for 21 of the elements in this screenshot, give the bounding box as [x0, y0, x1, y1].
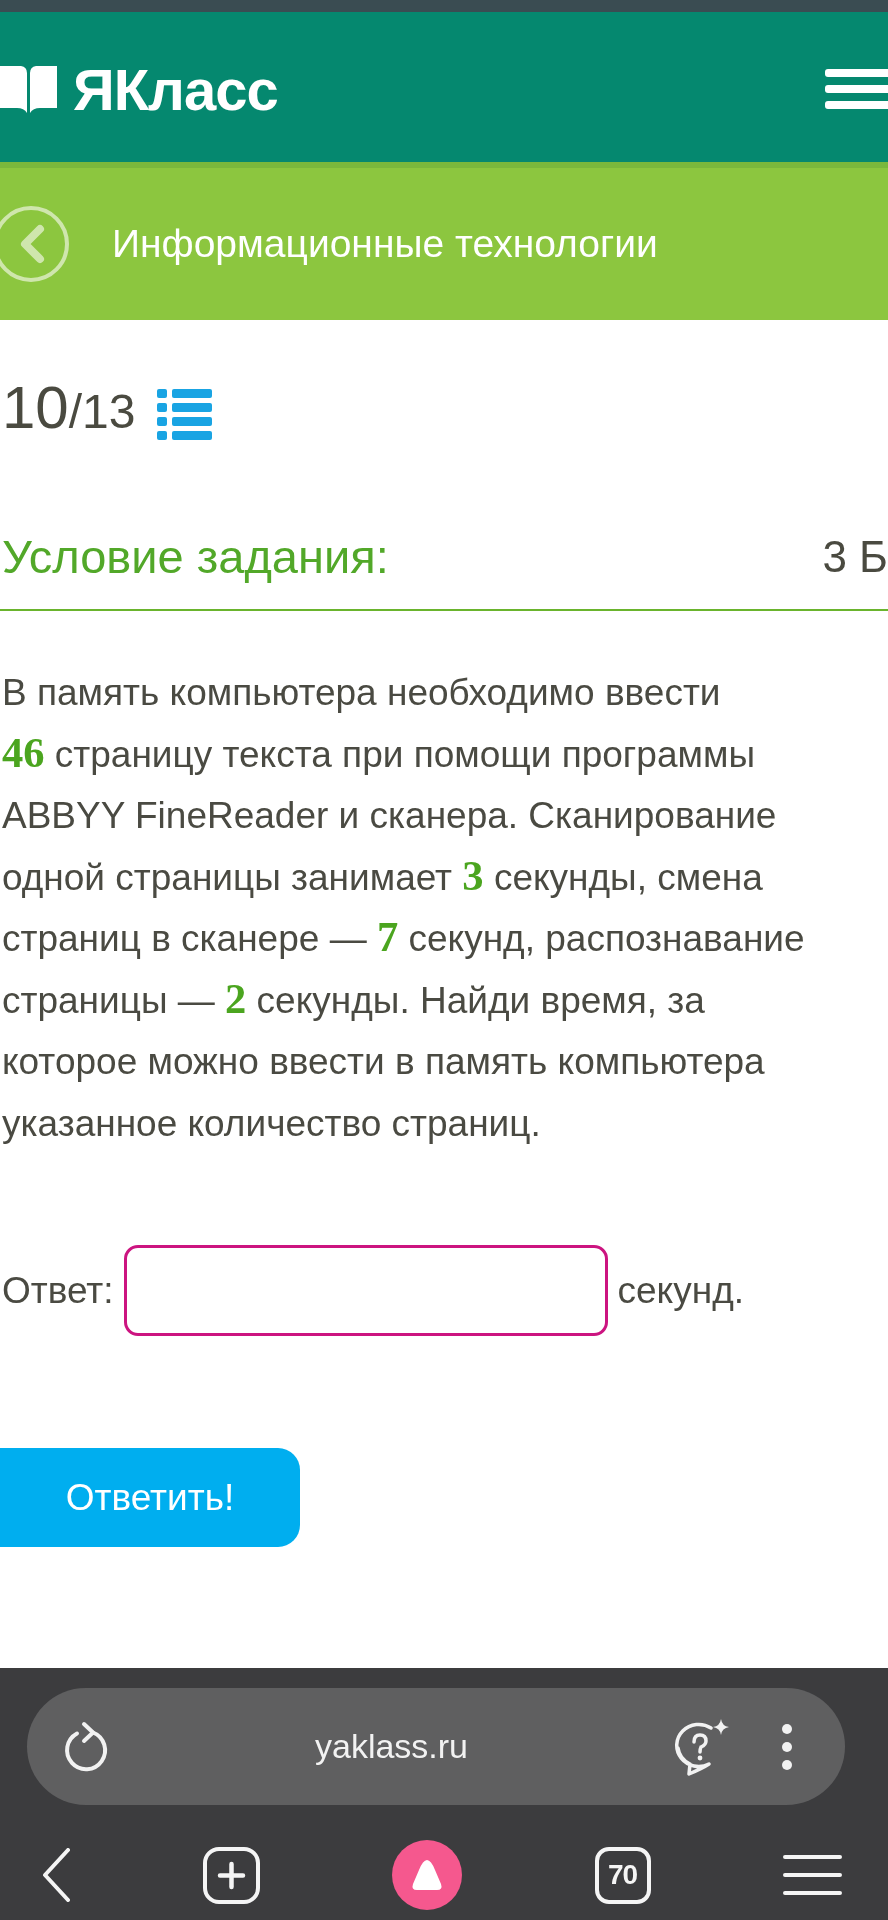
address-bar[interactable]: yaklass.ru — [27, 1688, 845, 1806]
back-icon[interactable] — [42, 1848, 70, 1903]
answer-field[interactable] — [123, 1245, 608, 1336]
answer-label: Ответ: — [2, 1269, 114, 1312]
book-icon — [0, 64, 57, 114]
plus-icon[interactable] — [202, 1846, 260, 1904]
tabs-button[interactable]: 70 — [594, 1846, 651, 1904]
task-counter: 10/13 — [2, 377, 136, 443]
unit-label: секунд. — [617, 1269, 745, 1312]
triangle-circle-icon[interactable] — [392, 1840, 462, 1911]
points-label: 3 Б — [822, 531, 888, 583]
logo-link[interactable]: ЯКласс — [0, 55, 278, 123]
more-icon[interactable] — [782, 1723, 792, 1770]
url-text: yaklass.ru — [313, 1727, 470, 1767]
menu-icon[interactable] — [825, 69, 888, 109]
subject-title: Информационные технологии — [112, 222, 658, 266]
list-icon[interactable] — [157, 389, 213, 441]
condition-heading: Условие задания: — [2, 529, 389, 585]
reload-icon[interactable] — [63, 1720, 110, 1773]
menu-icon[interactable] — [783, 1854, 842, 1897]
problem-text: В память компьютера необходимо ввести 46 страницу текста при помощи программы ABBYY FineReader и сканера. Сканирование одной страницы занимает 3 секунды, смена страниц в сканере — 7 секунд, распознавание страницы — 2 секунды. Найди время, за которое можно ввести в память компьютера указанное количество страниц. — [2, 671, 806, 1146]
